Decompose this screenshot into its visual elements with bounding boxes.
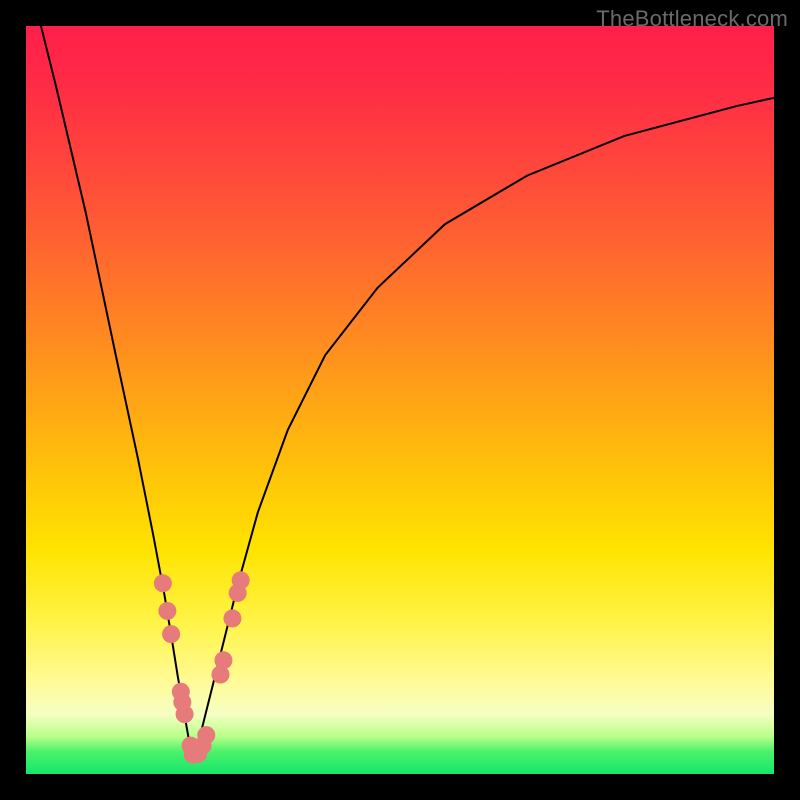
- curve-marker: [154, 574, 172, 592]
- bottleneck-curve: [26, 0, 774, 755]
- curve-right-branch: [193, 98, 774, 755]
- curve-marker: [214, 651, 232, 669]
- curve-marker: [176, 705, 194, 723]
- curve-marker: [232, 571, 250, 589]
- chart-svg: [26, 26, 774, 774]
- curve-marker: [223, 609, 241, 627]
- plot-area: [26, 26, 774, 774]
- curve-marker: [158, 602, 176, 620]
- curve-marker: [197, 726, 215, 744]
- curve-markers: [154, 571, 250, 763]
- watermark-text: TheBottleneck.com: [596, 6, 788, 32]
- curve-marker: [162, 625, 180, 643]
- outer-frame: TheBottleneck.com: [0, 0, 800, 800]
